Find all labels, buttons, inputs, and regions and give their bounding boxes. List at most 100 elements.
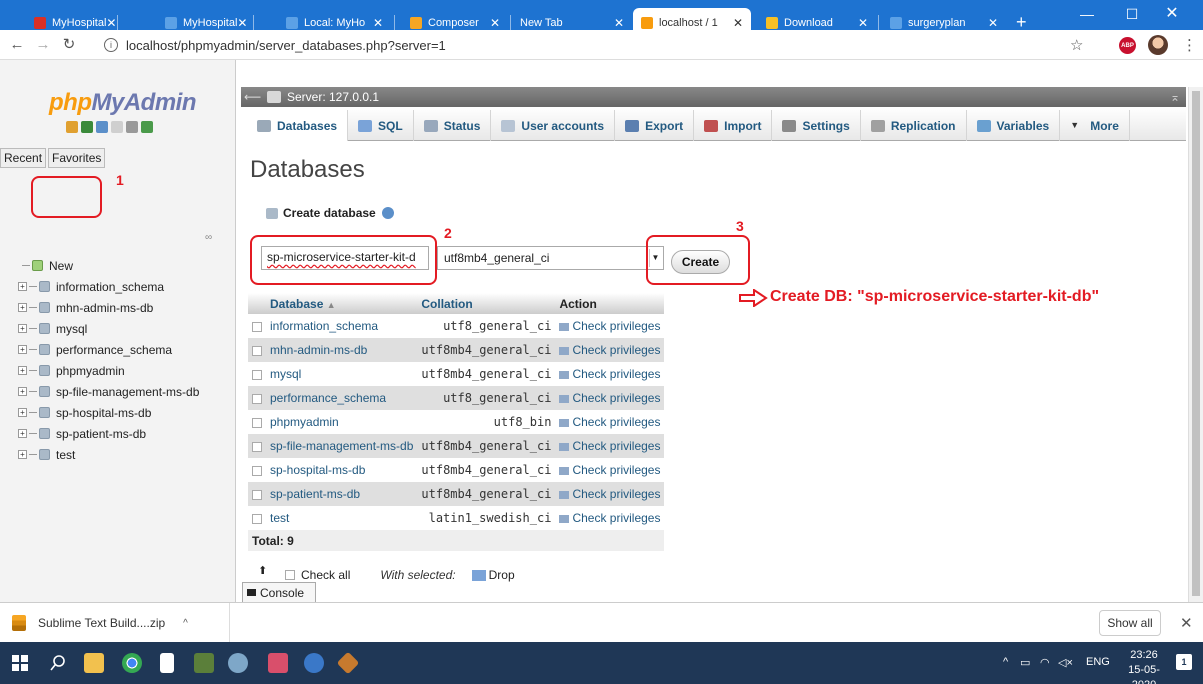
database-name-link[interactable]: sp-file-management-ms-db [266,434,418,458]
menu-icon[interactable]: ⋮ [1182,36,1197,54]
close-icon[interactable]: ✕ [1180,614,1193,632]
expand-icon[interactable]: + [18,324,27,333]
download-item[interactable]: Sublime Text Build....zip ^ [8,603,230,643]
row-checkbox[interactable] [248,362,266,386]
checkbox[interactable] [252,369,262,380]
sidebar-item-new[interactable]: New [18,255,199,276]
settings-icon[interactable] [126,121,138,133]
maximize-button[interactable]: ☐ [1117,6,1147,22]
close-icon[interactable]: ✕ [373,16,383,30]
maps-icon[interactable] [304,653,324,673]
chevron-up-icon[interactable]: ^ [183,618,188,629]
sidebar-database-item[interactable]: + mhn-admin-ms-db [18,297,199,318]
sidebar-database-item[interactable]: + performance_schema [18,339,199,360]
check-privileges-link[interactable]: Check privileges [555,362,665,386]
sidebar-database-item[interactable]: + information_schema [18,276,199,297]
close-icon[interactable]: ✕ [733,16,743,30]
tab-status[interactable]: Status [414,110,492,141]
check-privileges-link[interactable]: Check privileges [555,434,665,458]
database-name-link[interactable]: information_schema [266,314,418,338]
info-icon[interactable]: i [104,38,118,52]
forward-icon[interactable]: → [32,36,54,53]
database-name-link[interactable]: mysql [266,362,418,386]
help-icon[interactable] [96,121,108,133]
checkbox[interactable] [252,393,262,404]
volume-icon[interactable]: ◁× [1058,656,1073,669]
home-icon[interactable] [66,121,78,133]
tab-settings[interactable]: Settings [772,110,861,141]
chevron-up-icon[interactable]: ^ [1003,656,1008,668]
sidebar-database-item[interactable]: + sp-hospital-ms-db [18,402,199,423]
drop-button[interactable]: Drop [471,568,515,582]
logout-icon[interactable] [81,121,93,133]
row-checkbox[interactable] [248,410,266,434]
expand-icon[interactable]: + [18,345,27,354]
column-header-collation[interactable]: Collation [417,293,556,314]
expand-icon[interactable]: + [18,408,27,417]
bookmark-star-icon[interactable]: ☆ [1070,36,1083,54]
collapse-nav-icon[interactable]: ⟵ [244,90,261,104]
check-all-checkbox[interactable] [285,570,295,580]
close-icon[interactable]: ✕ [988,16,998,30]
window-close-button[interactable]: ✕ [1157,6,1187,22]
database-name-link[interactable]: phpmyadmin [266,410,418,434]
collation-select[interactable]: utf8mb4_general_ci ▼ [437,246,664,270]
sidebar-database-item[interactable]: + mysql [18,318,199,339]
row-checkbox[interactable] [248,434,266,458]
tab-more[interactable]: ▼ More [1060,110,1130,141]
expand-icon[interactable]: + [18,429,27,438]
docs-icon[interactable] [111,121,123,133]
chrome-icon[interactable] [122,653,142,673]
expand-icon[interactable]: + [18,450,27,459]
sidebar-database-item[interactable]: + sp-file-management-ms-db [18,381,199,402]
link-with-main-icon[interactable]: ∞ [205,232,212,243]
scrollbar-thumb[interactable] [1192,91,1200,596]
close-icon[interactable]: ✕ [614,16,624,30]
column-header-database[interactable]: Database ▲ [266,293,418,314]
profile-avatar[interactable] [1148,35,1168,55]
address-bar[interactable]: i localhost/phpmyadmin/server_databases.… [104,34,446,56]
show-all-button[interactable]: Show all [1099,610,1161,636]
recent-tab[interactable]: Recent [0,148,47,168]
minimize-button[interactable]: — [1072,6,1102,22]
document-icon[interactable] [160,653,174,673]
check-privileges-link[interactable]: Check privileges [555,506,665,530]
check-all-label[interactable]: Check all [301,568,350,582]
check-privileges-link[interactable]: Check privileges [555,458,665,482]
checkbox[interactable] [252,513,262,524]
network-icon[interactable]: ◠ [1040,656,1050,669]
tab-import[interactable]: Import [694,110,773,141]
close-icon[interactable]: ✕ [490,16,500,30]
back-icon[interactable]: ← [6,36,28,53]
database-name-link[interactable]: sp-hospital-ms-db [266,458,418,482]
app-icon[interactable] [228,653,248,673]
check-privileges-link[interactable]: Check privileges [555,314,665,338]
expand-icon[interactable]: + [18,282,27,291]
language-indicator[interactable]: ENG [1086,656,1110,668]
checkbox[interactable] [252,489,262,500]
check-privileges-link[interactable]: Check privileges [555,338,665,362]
database-name-link[interactable]: sp-patient-ms-db [266,482,418,506]
reload-nav-icon[interactable] [141,121,153,133]
check-privileges-link[interactable]: Check privileges [555,482,665,506]
database-name-link[interactable]: mhn-admin-ms-db [266,338,418,362]
collapse-top-icon[interactable]: ⌅ [1170,90,1180,104]
row-checkbox[interactable] [248,458,266,482]
notification-icon[interactable]: 1 [1176,654,1192,670]
database-name-link[interactable]: test [266,506,418,530]
notepad-icon[interactable] [194,653,214,673]
help-icon[interactable] [381,207,394,219]
expand-icon[interactable]: + [18,366,27,375]
favorites-tab[interactable]: Favorites [48,148,106,168]
checkbox[interactable] [252,345,262,356]
row-checkbox[interactable] [248,314,266,338]
adblock-icon[interactable]: ABP [1119,37,1136,54]
close-icon[interactable]: ✕ [106,16,116,30]
row-checkbox[interactable] [248,338,266,362]
row-checkbox[interactable] [248,506,266,530]
check-privileges-link[interactable]: Check privileges [555,386,665,410]
checkbox[interactable] [252,441,262,452]
close-icon[interactable]: ✕ [858,16,868,30]
console-toggle[interactable]: Console [242,582,316,602]
server-title[interactable]: Server: 127.0.0.1 [287,90,379,104]
